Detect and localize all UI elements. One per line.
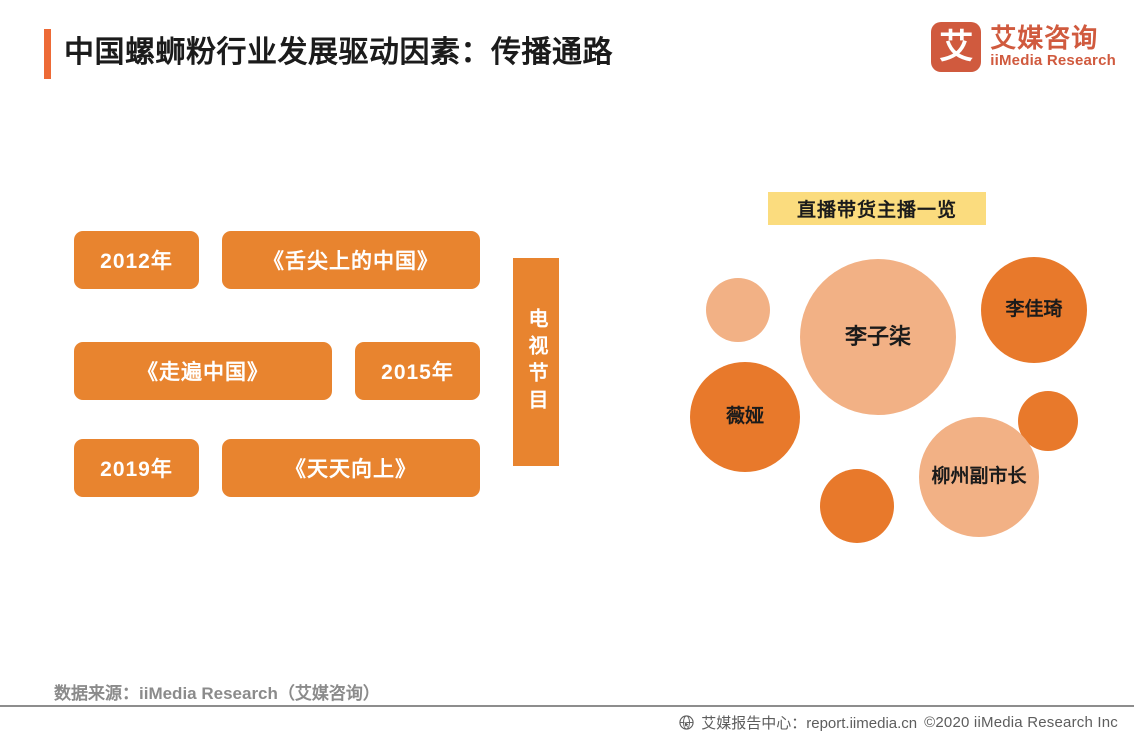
tv-program-2019: 《天天向上》	[222, 439, 480, 497]
tv-year-2012: 2012年	[74, 231, 199, 289]
tv-year-2019: 2019年	[74, 439, 199, 497]
bubble-liuzhou-deputy-mayor: 柳州副市长	[919, 417, 1039, 537]
logo-text: 艾媒咨询 iiMedia Research	[990, 24, 1116, 70]
logo-name-cn: 艾媒咨询	[990, 23, 1099, 53]
logo-mark-icon: 艾	[931, 22, 982, 72]
tv-category-label: 电视节目	[513, 258, 559, 466]
logo-name-en: iiMedia Research	[990, 52, 1116, 69]
data-source-note: 数据来源：iiMedia Research（艾媒咨询）	[54, 684, 380, 703]
title-accent-bar	[44, 29, 51, 79]
globe-icon	[679, 714, 694, 730]
bubble-lizi-qi: 李子柒	[800, 259, 956, 415]
bubble-li-jiaqi: 李佳琦	[981, 257, 1087, 363]
bubble-unlabeled-1	[706, 278, 770, 342]
bubble-unlabeled-2	[820, 469, 894, 543]
tv-program-2015: 《走遍中国》	[74, 342, 332, 400]
report-center-link[interactable]: 艾媒报告中心：report.iimedia.cn	[701, 712, 917, 733]
infographic-page: 中国螺蛳粉行业发展驱动因素：传播通路 艾 艾媒咨询 iiMedia Resear…	[0, 0, 1134, 737]
iimedia-logo: 艾 艾媒咨询 iiMedia Research	[931, 22, 1116, 72]
footer-copyright: ©2020 iiMedia Research Inc	[924, 713, 1118, 731]
header: 中国螺蛳粉行业发展驱动因素：传播通路 艾 艾媒咨询 iiMedia Resear…	[0, 0, 1134, 110]
bubble-weiya: 薇娅	[690, 362, 800, 472]
tv-category-label-text: 电视节目	[525, 308, 547, 416]
tv-year-2015: 2015年	[355, 342, 480, 400]
streamer-section-title: 直播带货主播一览	[768, 192, 986, 225]
page-title: 中国螺蛳粉行业发展驱动因素：传播通路	[64, 36, 613, 69]
footer-bar: 艾媒报告中心：report.iimedia.cn ©2020 iiMedia R…	[0, 707, 1134, 737]
tv-program-2012: 《舌尖上的中国》	[222, 231, 480, 289]
